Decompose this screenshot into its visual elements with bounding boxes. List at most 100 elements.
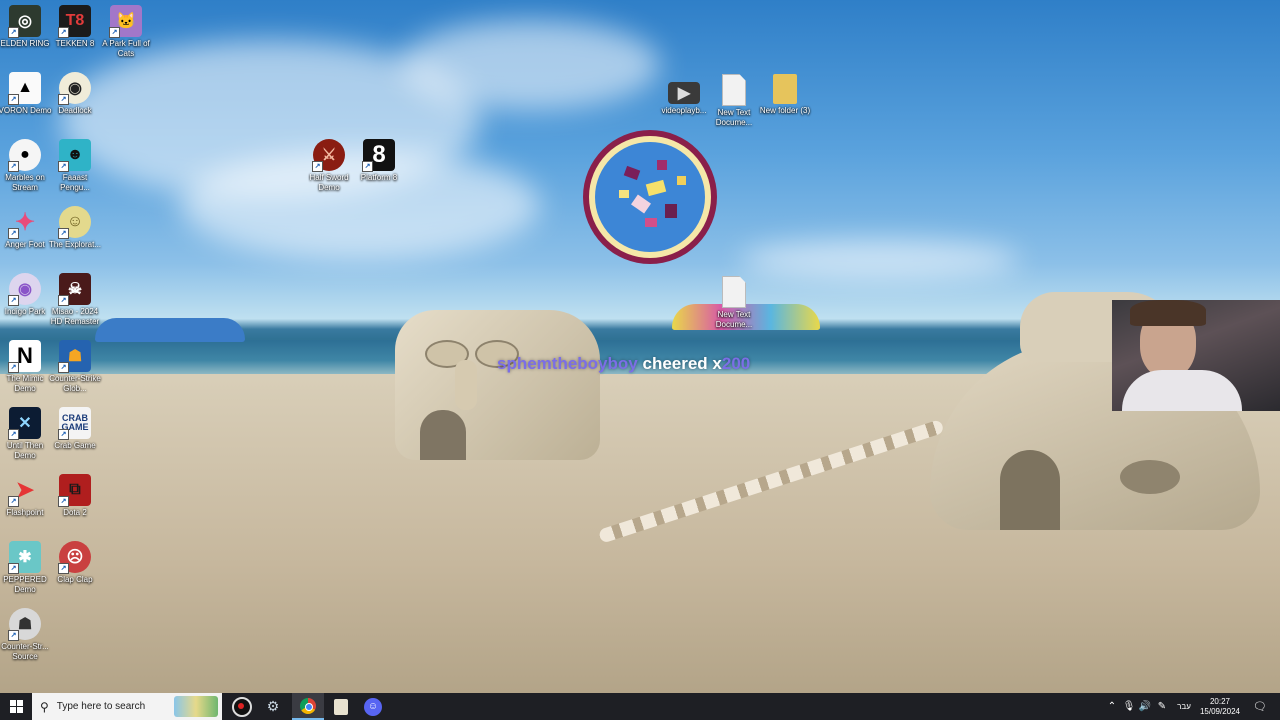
explorer-icon: ☺ ↗ xyxy=(58,206,91,239)
desktop-icon-exploration[interactable]: ☺ ↗ The Explorat... xyxy=(48,206,102,250)
desktop-icon-new-text-document-2[interactable]: New Text Docume... xyxy=(707,276,761,330)
misao-icon: ☠ ↗ xyxy=(58,273,91,306)
desktop-icon-marbles[interactable]: ● ↗ Marbles on Stream xyxy=(0,139,52,193)
tray-clock[interactable]: 20:27 15/09/2024 xyxy=(1198,693,1242,720)
text-file-icon xyxy=(722,74,746,106)
files-icon xyxy=(334,698,348,715)
desktop-icon-deadlock[interactable]: ◉ ↗ Deadlock xyxy=(48,72,102,116)
marbles-icon: ● ↗ xyxy=(8,139,41,172)
tray-language[interactable]: עבר xyxy=(1172,693,1196,720)
tekken-icon: T8 ↗ xyxy=(58,5,91,38)
taskbar-files[interactable] xyxy=(327,693,355,720)
windows-icon xyxy=(9,700,23,713)
cat-icon: 🐱 ↗ xyxy=(109,5,142,38)
desktop-icon-crab-game[interactable]: CRAB GAME ↗ Crab Game xyxy=(48,407,102,451)
dota-icon: ⧉ ↗ xyxy=(58,474,91,507)
cloud xyxy=(740,240,1020,280)
cheer-alert: sphemtheboyboy cheered x200 xyxy=(497,354,750,374)
indigo-park-icon: ◉ ↗ xyxy=(8,273,41,306)
icon-label: Clap Clap xyxy=(57,575,93,584)
n-icon: N ↗ xyxy=(8,340,41,373)
cs-source-icon: ☗ ↗ xyxy=(8,608,41,641)
microphone-icon: 🎙 xyxy=(1122,701,1136,712)
desktop-icon-peppered[interactable]: ✱ ↗ PEPPERED Demo xyxy=(0,541,52,595)
taskbar-obs[interactable] xyxy=(228,693,256,720)
icon-label: New folder (3) xyxy=(759,106,811,115)
desktop-icon-faaast-penguin[interactable]: ☻ ↗ Faaast Pengu... xyxy=(48,139,102,193)
peppered-icon: ✱ ↗ xyxy=(8,541,41,574)
desktop-icon-misao[interactable]: ☠ ↗ Misao - 2024 HD Remaster xyxy=(48,273,102,327)
taskbar-chrome[interactable] xyxy=(292,693,324,720)
sand-sculpture-head xyxy=(395,310,600,460)
chrome-icon xyxy=(300,697,316,714)
icon-label: Platform 8 xyxy=(360,173,398,182)
icon-label: ELDEN RING xyxy=(0,39,50,48)
icon-label: PEPPERED Demo xyxy=(3,575,47,594)
icon-label: Anger Foot xyxy=(5,240,45,249)
csgo-icon: ☗ ↗ xyxy=(58,340,91,373)
icon-label: Until Then Demo xyxy=(6,441,44,460)
speaker-icon: 🔊 xyxy=(1138,701,1152,712)
half-sword-icon: ⚔ ↗ xyxy=(312,139,345,172)
cheer-amount: 200 xyxy=(721,354,751,373)
tray-microphone[interactable]: 🎙 xyxy=(1121,693,1137,720)
icon-label: Indigo Park xyxy=(4,307,46,316)
desktop-icon-tekken[interactable]: T8 ↗ TEKKEN 8 xyxy=(48,5,102,49)
desktop-icon-elden-ring[interactable]: ◎ ↗ ELDEN RING xyxy=(0,5,52,49)
obs-icon xyxy=(232,696,252,717)
desktop-icon-videoplayback[interactable]: ▶ videoplayb... xyxy=(657,76,711,116)
desktop-icon-anger-foot[interactable]: ✦ ↗ Anger Foot xyxy=(0,206,52,250)
icon-label: The Mimic Demo xyxy=(6,374,44,393)
steam-icon: ⚙ xyxy=(266,698,280,714)
desktop-icon-cs-source[interactable]: ☗ ↗ Counter-Str... Source xyxy=(0,608,52,662)
icon-label: New Text Docume... xyxy=(715,108,753,127)
icon-label: Counter-Str... Source xyxy=(1,642,49,661)
desktop-icon-csgo[interactable]: ☗ ↗ Counter-Strike Glob... xyxy=(48,340,102,394)
icon-label: Dota 2 xyxy=(63,508,87,517)
tray-notifications[interactable]: 🗨 xyxy=(1250,693,1270,720)
icon-label: A Park Full of Cats xyxy=(102,39,150,58)
platform8-icon: 8 ↗ xyxy=(362,139,395,172)
desktop-icon-voron[interactable]: ▲ ↗ VORON Demo xyxy=(0,72,52,116)
desktop-icon-new-text-document[interactable]: New Text Docume... xyxy=(707,74,761,128)
icon-label: Half Sword Demo xyxy=(309,173,349,192)
desktop-icon-platform8[interactable]: 8 ↗ Platform 8 xyxy=(352,139,406,183)
desktop-icon-indigo-park[interactable]: ◉ ↗ Indigo Park xyxy=(0,273,52,317)
clock-date: 15/09/2024 xyxy=(1199,706,1241,716)
until-then-icon: ✕ ↗ xyxy=(8,407,41,440)
notification-icon: 🗨 xyxy=(1253,701,1267,713)
tray-volume[interactable]: 🔊 xyxy=(1137,693,1153,720)
start-button[interactable] xyxy=(0,693,32,720)
crow-icon: ▲ ↗ xyxy=(8,72,41,105)
beach-umbrella xyxy=(95,318,245,342)
desktop-icon-half-sword[interactable]: ⚔ ↗ Half Sword Demo xyxy=(302,139,356,193)
desktop-icon-dota[interactable]: ⧉ ↗ Dota 2 xyxy=(48,474,102,518)
desktop-icon-flashpoint[interactable]: ➤ ↗ Flashpoint xyxy=(0,474,52,518)
taskbar-discord[interactable]: ☺ xyxy=(359,693,387,720)
search-box[interactable]: ⚲ Type here to search xyxy=(32,693,222,720)
stream-emblem xyxy=(583,130,717,264)
desktop-icon-until-then[interactable]: ✕ ↗ Until Then Demo xyxy=(0,407,52,461)
taskbar: ⚲ Type here to search ⚙ ☺ ⌃ 🎙 🔊 ✎ עבר 20… xyxy=(0,693,1280,720)
text-file-icon xyxy=(722,276,746,308)
discord-icon: ☺ xyxy=(364,697,382,716)
icon-label: TEKKEN 8 xyxy=(55,39,95,48)
foot-icon: ✦ ↗ xyxy=(8,206,41,239)
desktop-wallpaper xyxy=(0,0,1280,693)
deadlock-icon: ◉ ↗ xyxy=(58,72,91,105)
desktop-icon-mimic[interactable]: N ↗ The Mimic Demo xyxy=(0,340,52,394)
tray-overflow-button[interactable]: ⌃ xyxy=(1104,693,1120,720)
icon-label: New Text Docume... xyxy=(715,310,753,329)
desktop-icon-new-folder[interactable]: New folder (3) xyxy=(758,74,812,116)
desktop-icon-clap-clap[interactable]: ☹ ↗ Clap Clap xyxy=(48,541,102,585)
cheer-username: sphemtheboyboy xyxy=(497,354,638,373)
folder-icon xyxy=(773,74,797,104)
language-label: עבר xyxy=(1177,702,1191,711)
chevron-up-icon: ⌃ xyxy=(1107,701,1117,712)
tray-pen[interactable]: ✎ xyxy=(1154,693,1170,720)
taskbar-steam[interactable]: ⚙ xyxy=(259,693,287,720)
crab-game-icon: CRAB GAME ↗ xyxy=(58,407,91,440)
icon-label: Crab Game xyxy=(54,441,96,450)
desktop-icon-park-cats[interactable]: 🐱 ↗ A Park Full of Cats xyxy=(99,5,153,59)
icon-label: VORON Demo xyxy=(0,106,52,115)
